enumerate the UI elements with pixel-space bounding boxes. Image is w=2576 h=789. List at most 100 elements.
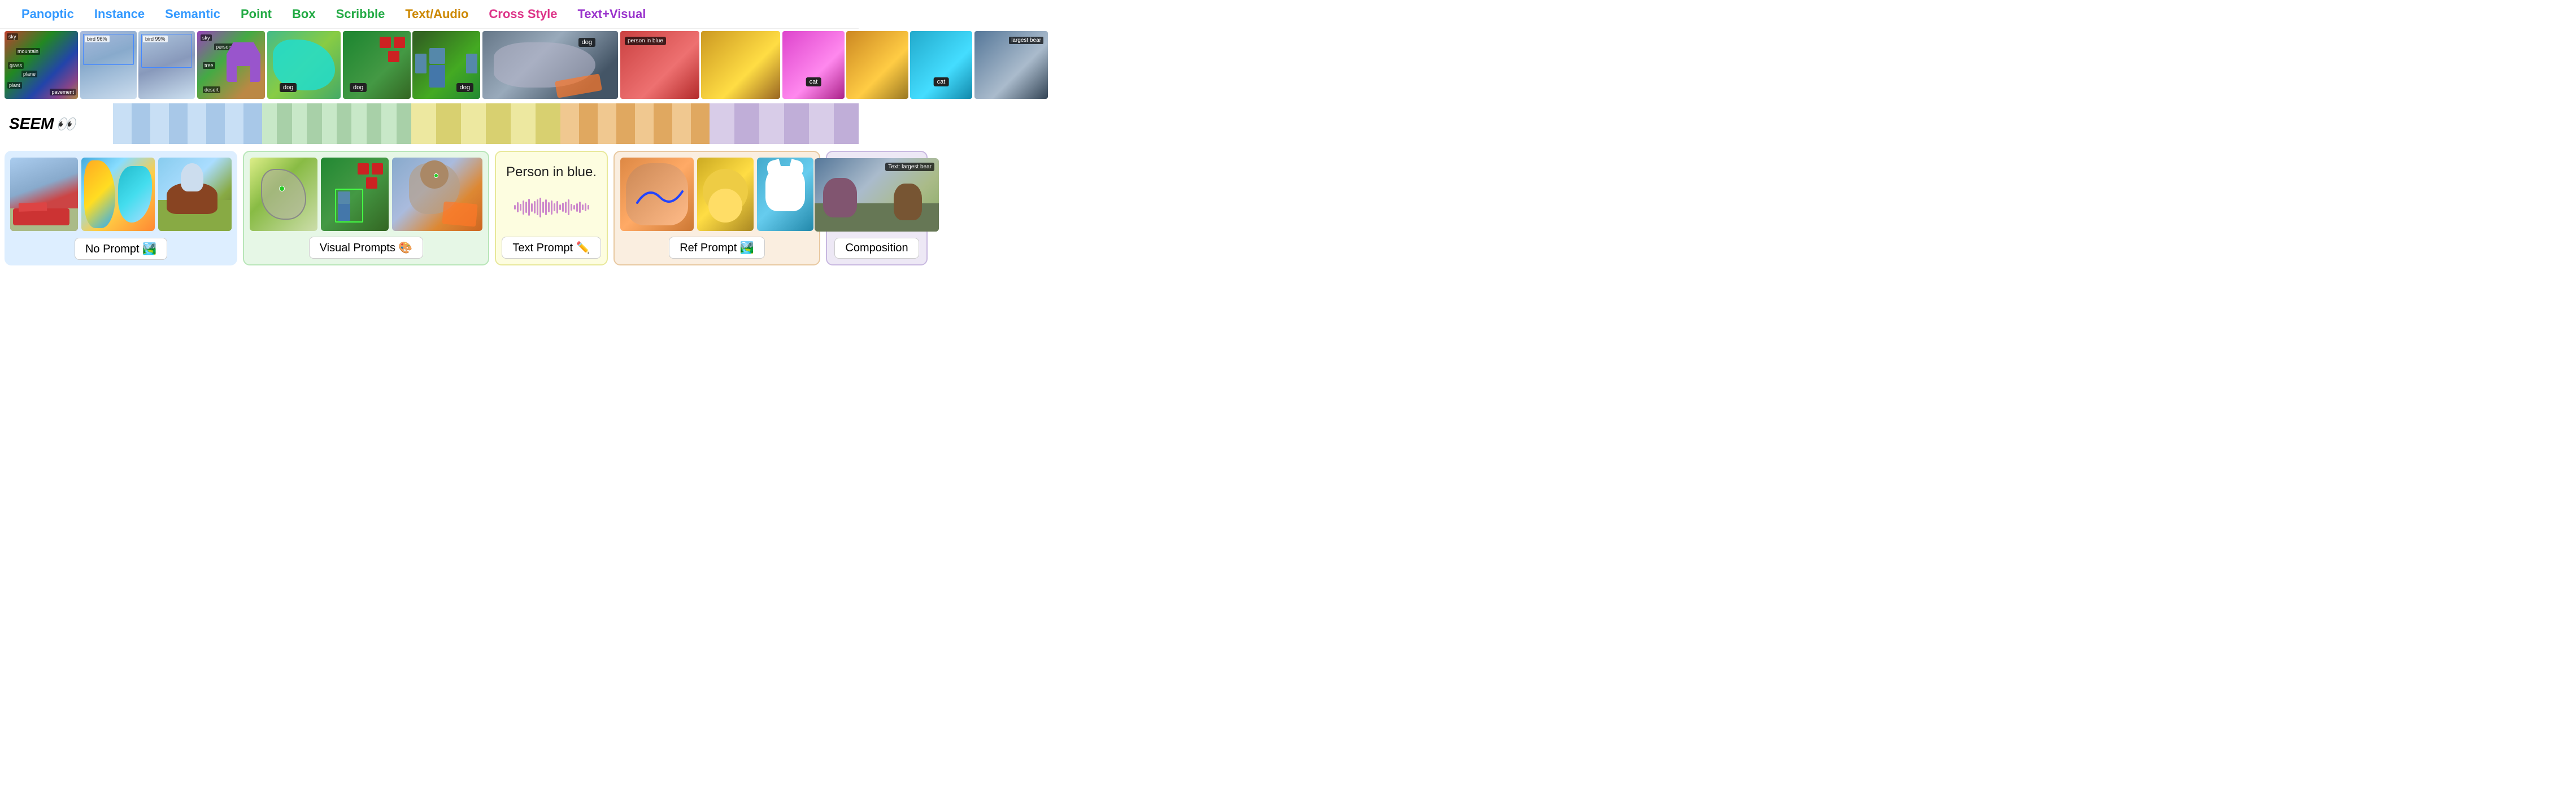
stripe-orange-7	[672, 103, 691, 144]
textaudio-images: person in blue	[620, 31, 780, 99]
instance-images: bird 96% bird 99%	[80, 31, 195, 99]
no-prompt-image-2	[81, 158, 155, 231]
textaudio-image-1: person in blue	[620, 31, 699, 99]
tab-crossstyle[interactable]: Cross Style	[478, 5, 567, 24]
stripe-yellow-2	[436, 103, 461, 144]
textvisual-image: largest bear	[974, 31, 1048, 99]
seem-eyes-icon: 👀	[56, 115, 76, 133]
tab-scribble[interactable]: Scribble	[326, 5, 395, 24]
scribble-images: dog	[482, 31, 618, 99]
text-prompt-label: Text Prompt ✏️	[502, 237, 601, 259]
panel-text-prompt: Person in blue.	[495, 151, 608, 265]
stripe-orange-6	[654, 103, 672, 144]
bottom-panels: No Prompt 🏞️	[0, 144, 859, 272]
stripe-yellow-5	[511, 103, 536, 144]
waveform-display	[501, 196, 602, 219]
crossstyle-image-2	[846, 31, 908, 99]
no-prompt-image-3	[158, 158, 232, 231]
point-images: dog	[267, 31, 341, 99]
tab-textvisual[interactable]: Text+Visual	[567, 5, 656, 24]
panel-visual-prompts: Visual Prompts 🎨	[243, 151, 489, 265]
stripe-orange-5	[635, 103, 654, 144]
tab-instance[interactable]: Instance	[84, 5, 155, 24]
stripe-green-7	[351, 103, 366, 144]
stripe-blue-2	[132, 103, 150, 144]
panoptic-image: sky mountain grass plane plant pavement	[5, 31, 78, 99]
stripe-blue-3	[150, 103, 169, 144]
visual-prompts-images	[250, 158, 482, 231]
panoptic-images: sky mountain grass plane plant pavement	[5, 31, 78, 99]
stripe-blue-8	[243, 103, 262, 144]
crossstyle-images: cat cat	[782, 31, 972, 99]
composition-images: Text: largest bear	[815, 158, 939, 232]
tab-box[interactable]: Box	[282, 5, 326, 24]
top-tabs-container: Panoptic Instance Semantic Point Box Scr…	[0, 0, 859, 29]
stripe-blue-5	[188, 103, 206, 144]
no-prompt-label: No Prompt 🏞️	[75, 238, 167, 260]
stripe-blue-1	[113, 103, 132, 144]
seem-logo: SEEM 👀	[0, 103, 113, 144]
ref-prompt-image-1	[620, 158, 694, 231]
stripe-section-yellow	[411, 103, 560, 144]
stripe-blue-6	[206, 103, 225, 144]
crossstyle-image-1: cat	[782, 31, 845, 99]
stripe-section-green	[262, 103, 411, 144]
visual-prompt-image-3	[392, 158, 482, 231]
top-images-row: sky mountain grass plane plant pavement …	[0, 31, 859, 99]
stripe-section-orange	[560, 103, 710, 144]
instance-image-2: bird 99%	[138, 31, 195, 99]
semantic-image: sky person tree desert	[197, 31, 265, 99]
stripe-purple-2	[734, 103, 759, 144]
visual-prompt-image-1	[250, 158, 317, 231]
stripe-yellow-4	[486, 103, 511, 144]
box-image-1: dog	[343, 31, 411, 99]
visual-prompts-label: Visual Prompts 🎨	[309, 237, 424, 259]
ref-prompt-image-2	[697, 158, 754, 231]
stripe-green-6	[337, 103, 351, 144]
stripe-purple-3	[759, 103, 784, 144]
stripe-orange-1	[560, 103, 579, 144]
crossstyle-image-3: cat	[910, 31, 972, 99]
semantic-images: sky person tree desert	[197, 31, 265, 99]
composition-label: Composition	[834, 238, 919, 259]
stripe-yellow-1	[411, 103, 436, 144]
stripe-green-5	[322, 103, 337, 144]
stripe-green-3	[292, 103, 307, 144]
panel-composition: Text: largest bear Composition	[826, 151, 928, 265]
stripe-yellow-6	[536, 103, 560, 144]
textvisual-images: largest bear	[974, 31, 1048, 99]
stripe-orange-3	[598, 103, 616, 144]
stripe-orange-4	[616, 103, 635, 144]
stripe-blue-7	[225, 103, 243, 144]
stripe-green-4	[307, 103, 321, 144]
ref-prompt-images	[620, 158, 813, 231]
stripe-green-9	[381, 103, 396, 144]
tab-panoptic[interactable]: Panoptic	[11, 5, 84, 24]
instance-image-1: bird 96%	[80, 31, 137, 99]
stripe-purple-4	[784, 103, 809, 144]
stripe-green-8	[367, 103, 381, 144]
stripe-blue-4	[169, 103, 188, 144]
stripe-green-10	[397, 103, 411, 144]
box-image-2: dog	[412, 31, 480, 99]
seem-logo-text: SEEM	[9, 115, 54, 133]
stripe-purple-5	[809, 103, 834, 144]
no-prompt-image-1	[10, 158, 78, 231]
no-prompt-images	[10, 156, 232, 232]
seem-banner: SEEM 👀	[0, 103, 859, 144]
stripe-section-purple	[710, 103, 859, 144]
stripe-yellow-3	[461, 103, 486, 144]
stripe-section-blue	[113, 103, 262, 144]
panel-ref-prompt: Ref Prompt 🏞️	[613, 151, 820, 265]
panel-no-prompt: No Prompt 🏞️	[5, 151, 237, 265]
text-prompt-display: Person in blue.	[506, 164, 597, 180]
visual-prompt-image-2	[321, 158, 389, 231]
tab-textaudio[interactable]: Text/Audio	[395, 5, 478, 24]
ref-prompt-image-3	[757, 158, 813, 231]
stripe-purple-6	[834, 103, 859, 144]
tab-semantic[interactable]: Semantic	[155, 5, 230, 24]
stripe-green-2	[277, 103, 291, 144]
tab-point[interactable]: Point	[230, 5, 282, 24]
stripe-green-1	[262, 103, 277, 144]
stripe-orange-8	[691, 103, 710, 144]
